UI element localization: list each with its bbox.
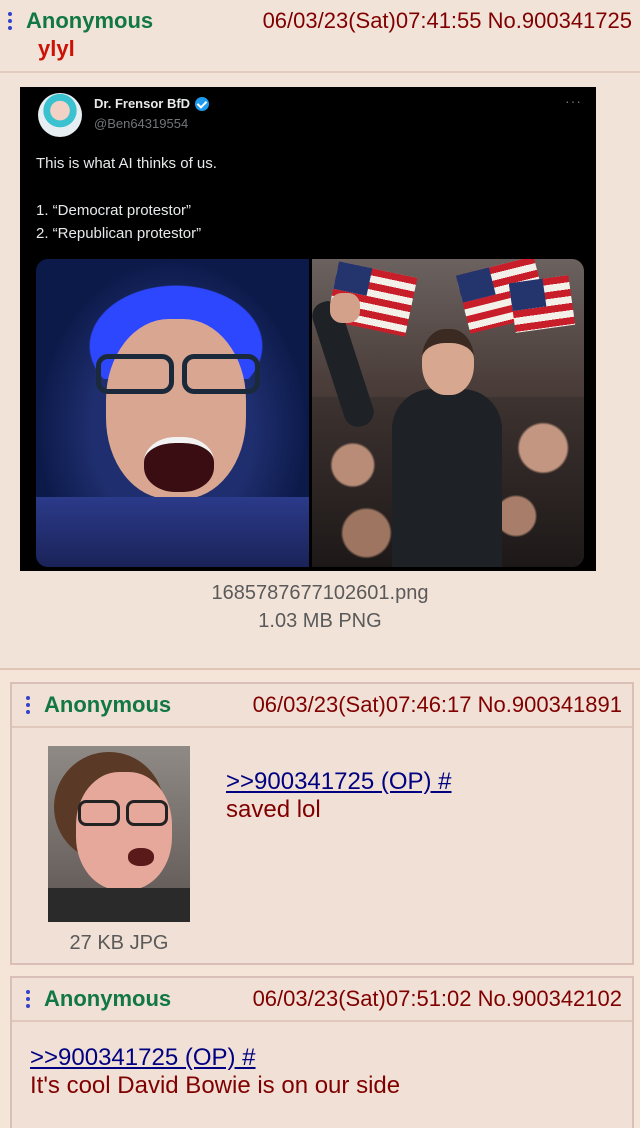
photo-crying-woman-blue-hair bbox=[36, 259, 309, 567]
more-options-icon: ··· bbox=[565, 93, 582, 109]
reply-body: >>900341725 (OP) # saved lol bbox=[226, 768, 452, 824]
reply-post: Anonymous 06/03/23(Sat)07:46:17 No.90034… bbox=[10, 682, 634, 965]
post-text: It's cool David Bowie is on our side bbox=[30, 1072, 401, 1099]
poster-name: Anonymous bbox=[44, 986, 172, 1011]
tweet-photos bbox=[36, 259, 584, 567]
post-menu-icon[interactable] bbox=[26, 696, 30, 714]
op-post-header: Anonymous 06/03/23(Sat)07:41:55 No.90034… bbox=[8, 8, 632, 34]
post-number[interactable]: No.900341725 bbox=[488, 8, 632, 33]
reply-thumbnail[interactable] bbox=[48, 746, 190, 922]
quote-link[interactable]: >>900341725 (OP) # bbox=[30, 1044, 400, 1072]
poster-name: Anonymous bbox=[44, 692, 172, 717]
tweet-display-name-text: Dr. Frensor BfD bbox=[94, 96, 191, 111]
post-meta: 06/03/23(Sat)07:51:02 No.900342102 bbox=[253, 986, 622, 1012]
op-post: Anonymous 06/03/23(Sat)07:41:55 No.90034… bbox=[0, 0, 640, 670]
post-datetime: 06/03/23(Sat)07:41:55 bbox=[262, 8, 482, 33]
quote-link[interactable]: >>900341725 (OP) # bbox=[226, 768, 452, 796]
verified-badge-icon bbox=[195, 96, 210, 111]
post-meta: 06/03/23(Sat)07:46:17 No.900341891 bbox=[253, 692, 622, 718]
photo-man-with-flags bbox=[308, 259, 584, 567]
post-menu-icon[interactable] bbox=[26, 990, 30, 1008]
post-datetime: 06/03/23(Sat)07:51:02 bbox=[252, 986, 472, 1011]
reply-body: >>900341725 (OP) # It's cool David Bowie… bbox=[30, 1044, 400, 1100]
post-menu-icon[interactable] bbox=[8, 12, 12, 30]
tweet-handle: @Ben64319554 bbox=[94, 116, 189, 131]
post-meta: 06/03/23(Sat)07:41:55 No.900341725 bbox=[263, 8, 632, 34]
tweet-text-line: This is what AI thinks of us. bbox=[36, 155, 217, 172]
reply-post-header: Anonymous 06/03/23(Sat)07:51:02 No.90034… bbox=[12, 978, 632, 1022]
poster-name: Anonymous bbox=[26, 8, 154, 33]
tweet-text-line: 2. “Republican protestor” bbox=[36, 225, 202, 242]
file-name[interactable]: 1685787677102601.png bbox=[0, 582, 640, 605]
reply-post: Anonymous 06/03/23(Sat)07:51:02 No.90034… bbox=[10, 976, 634, 1128]
post-text: saved lol bbox=[226, 796, 321, 823]
tweet-display-name: Dr. Frensor BfD bbox=[94, 96, 210, 111]
op-divider bbox=[0, 71, 640, 73]
tweet-text-line: 1. “Democrat protestor” bbox=[36, 202, 192, 219]
post-number[interactable]: No.900342102 bbox=[478, 986, 622, 1011]
file-size: 1.03 MB PNG bbox=[258, 610, 382, 632]
reply-post-header: Anonymous 06/03/23(Sat)07:46:17 No.90034… bbox=[12, 684, 632, 728]
tweet-avatar bbox=[38, 93, 82, 137]
op-image[interactable]: Dr. Frensor BfD @Ben64319554 ··· This is… bbox=[20, 87, 596, 571]
file-size: 27 KB JPG bbox=[69, 932, 169, 954]
post-subject: ylyl bbox=[38, 36, 75, 61]
post-datetime: 06/03/23(Sat)07:46:17 bbox=[252, 692, 472, 717]
post-number[interactable]: No.900341891 bbox=[478, 692, 622, 717]
